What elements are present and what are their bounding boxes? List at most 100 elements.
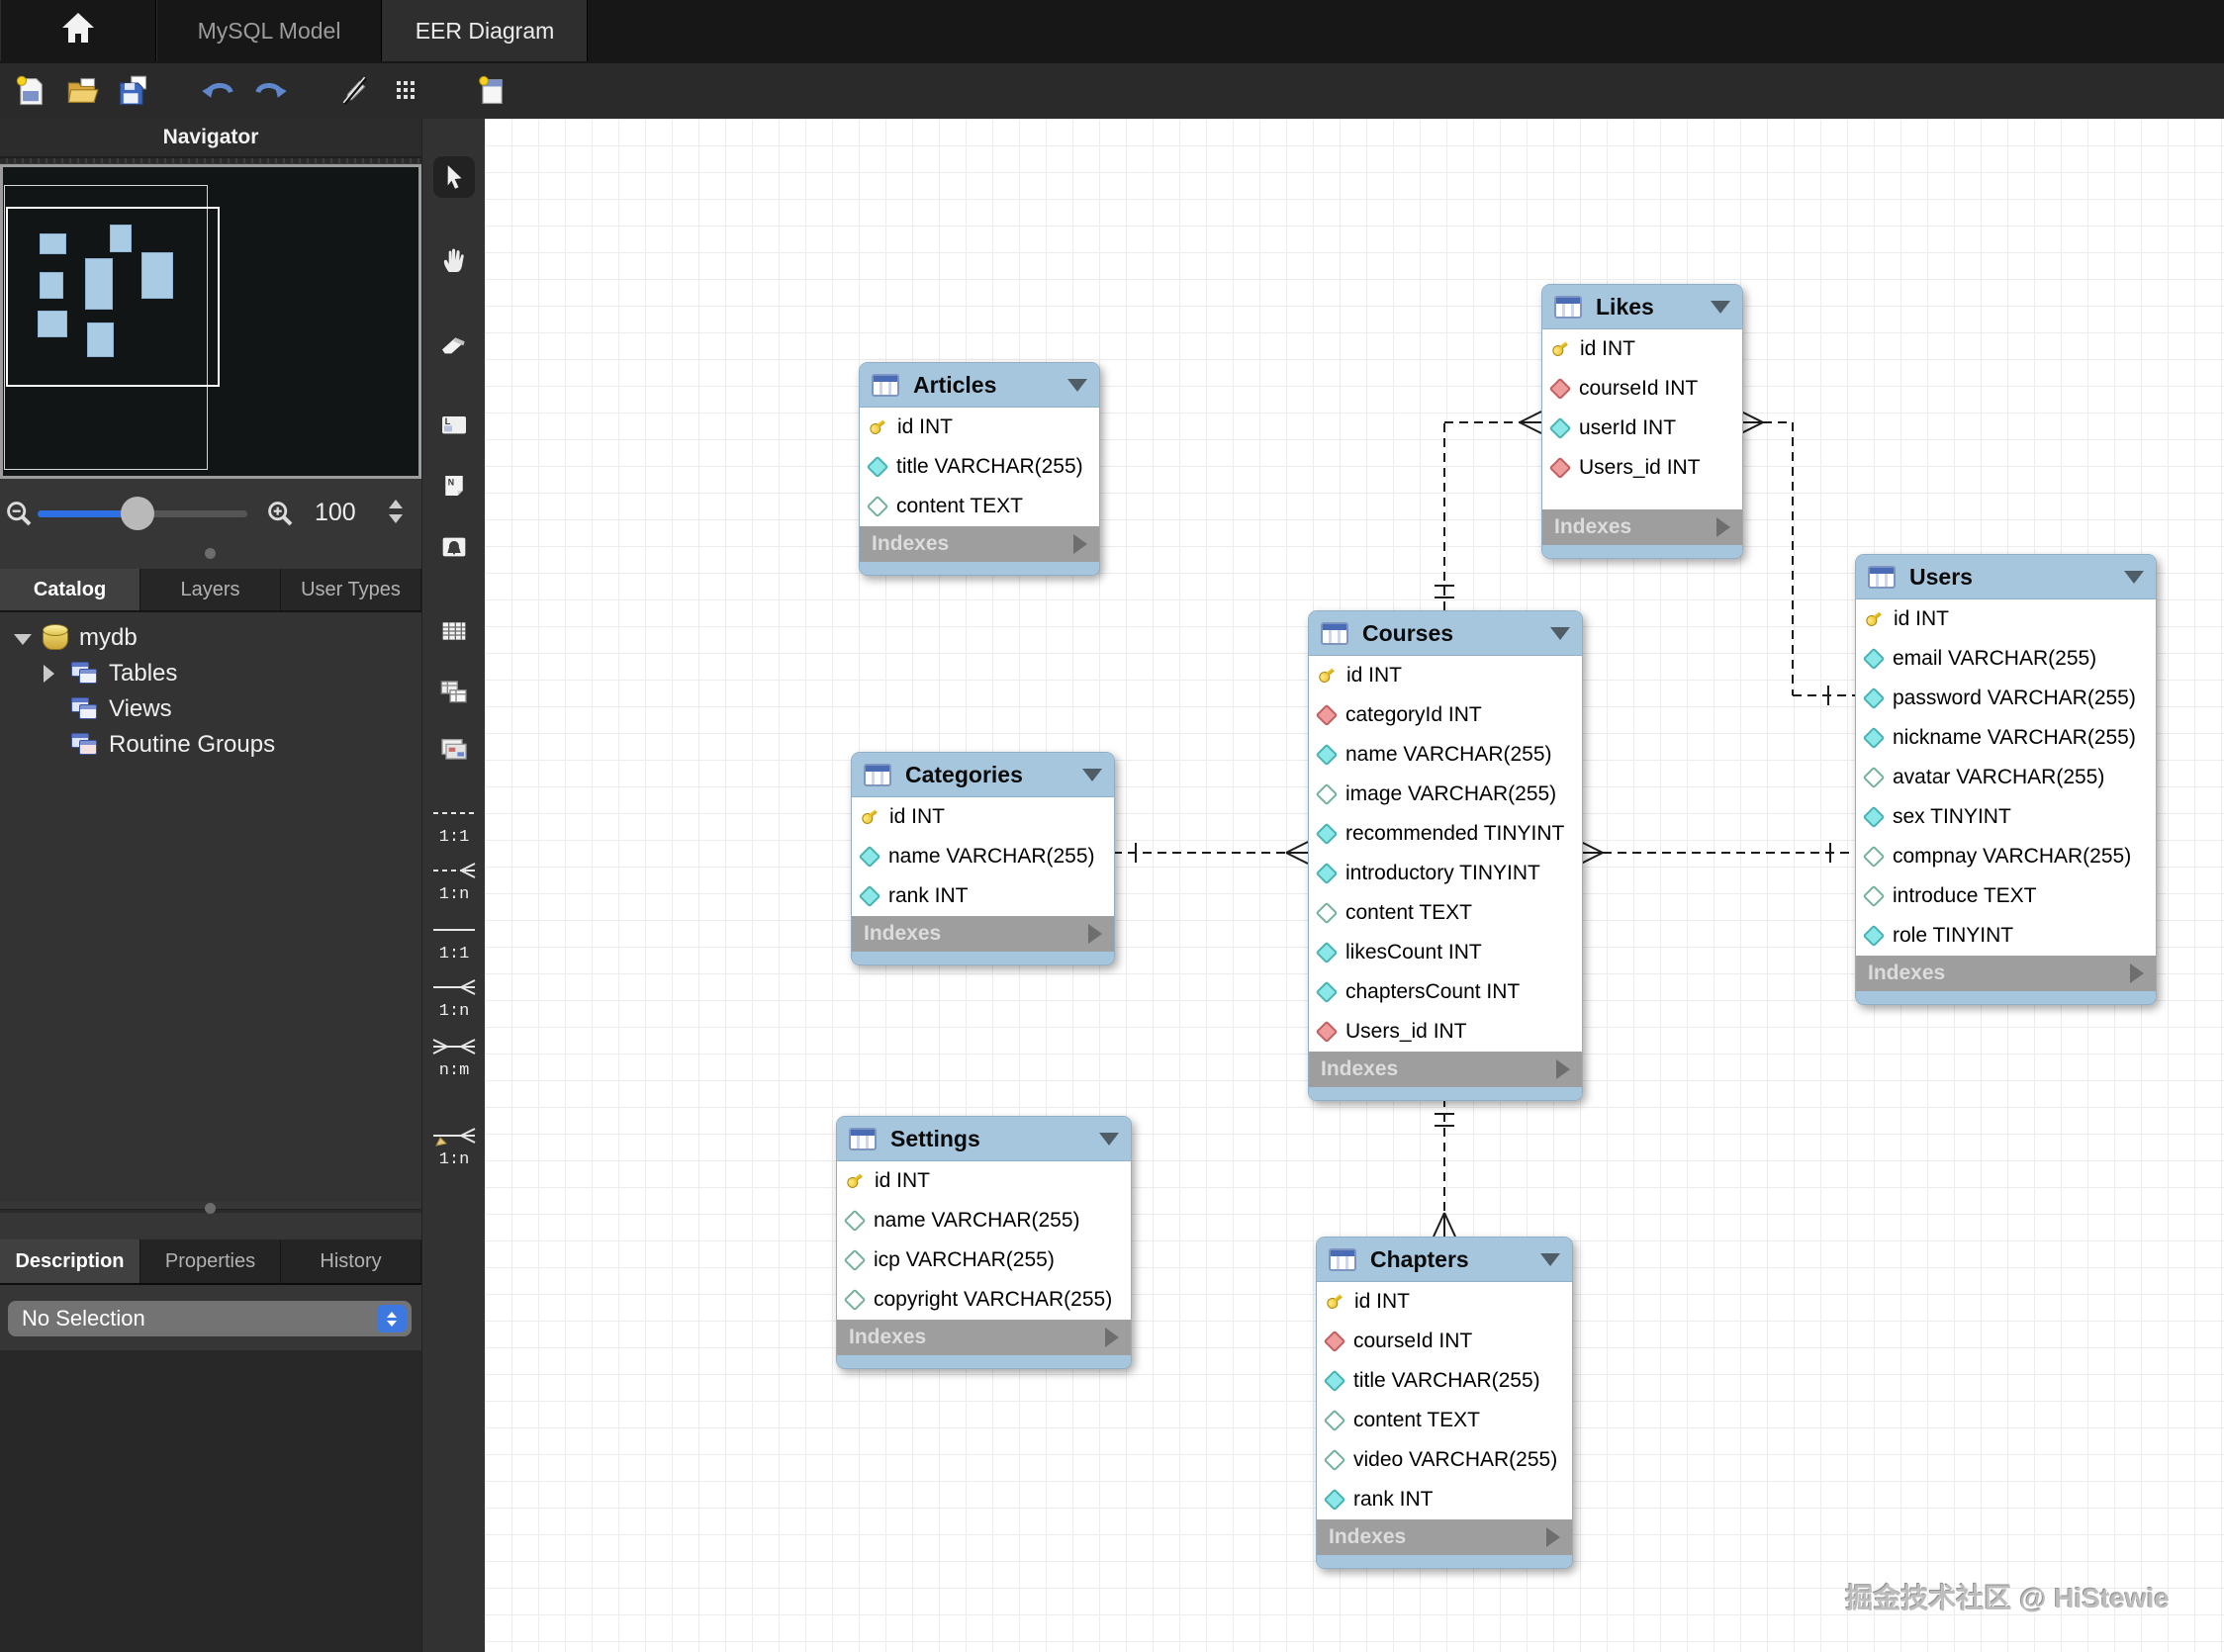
relation-courses-likes[interactable] [1435, 411, 1542, 610]
er-column[interactable]: id INT [1542, 329, 1742, 369]
relation-tool-n-m-solid[interactable]: n:m [424, 1035, 484, 1080]
toggle-pen-icon[interactable] [334, 70, 376, 112]
er-column[interactable]: content TEXT [1317, 1401, 1572, 1440]
tree-item-views[interactable]: Views [0, 691, 421, 727]
er-table-header[interactable]: Users [1856, 555, 2156, 599]
er-column[interactable]: compnay VARCHAR(255) [1856, 837, 2156, 876]
er-table-header[interactable]: Chapters [1317, 1238, 1572, 1282]
er-table-categories[interactable]: Categories id INT name VARCHAR(255) rank IN… [851, 752, 1115, 965]
er-column[interactable]: rank INT [852, 876, 1114, 916]
view-tool[interactable] [433, 671, 475, 712]
layer-tool[interactable]: L [433, 404, 475, 445]
er-column[interactable]: video VARCHAR(255) [1317, 1440, 1572, 1480]
er-column[interactable]: nickname VARCHAR(255) [1856, 718, 2156, 758]
relation-users-likes[interactable] [1740, 411, 1855, 705]
collapse-caret-icon[interactable] [1550, 626, 1570, 640]
collapse-caret-icon[interactable] [1067, 378, 1087, 392]
er-column[interactable]: password VARCHAR(255) [1856, 679, 2156, 718]
zoom-stepper[interactable] [389, 500, 403, 523]
er-column[interactable]: icp VARCHAR(255) [837, 1240, 1131, 1280]
expand-arrow-icon[interactable] [1556, 1059, 1570, 1079]
relation-courses-chapters[interactable] [1433, 1098, 1456, 1238]
er-table-header[interactable]: Articles [860, 363, 1099, 408]
save-model-icon[interactable] [113, 70, 154, 112]
sidebar-tab-catalog[interactable]: Catalog [0, 569, 140, 610]
relation-tool-1-1-dashed[interactable]: 1:1 [424, 801, 484, 847]
note-tool[interactable]: N [433, 465, 475, 506]
er-column[interactable]: name VARCHAR(255) [852, 837, 1114, 876]
indexes-bar[interactable]: Indexes [852, 916, 1114, 952]
image-tool[interactable] [433, 526, 475, 568]
er-column[interactable]: content TEXT [860, 487, 1099, 526]
er-table-header[interactable]: Settings [837, 1117, 1131, 1161]
er-column[interactable]: email VARCHAR(255) [1856, 639, 2156, 679]
editor-tab-history[interactable]: History [281, 1239, 421, 1283]
indexes-bar[interactable]: Indexes [1542, 509, 1742, 545]
sidebar-tab-user-types[interactable]: User Types [281, 569, 421, 610]
chevron-right-icon[interactable] [44, 665, 54, 683]
undo-icon[interactable] [198, 70, 239, 112]
er-column[interactable]: userId INT [1542, 409, 1742, 448]
collapse-caret-icon[interactable] [2124, 570, 2144, 584]
er-table-chapters[interactable]: Chapters id INT courseId INT title VARCHAR(… [1316, 1237, 1573, 1569]
er-column[interactable]: id INT [852, 797, 1114, 837]
er-column[interactable]: title VARCHAR(255) [1317, 1361, 1572, 1401]
er-table-header[interactable]: Courses [1309, 611, 1582, 656]
relation-tool-1-n-solid[interactable]: 1:n [424, 975, 484, 1021]
chevron-down-icon[interactable] [14, 634, 32, 645]
expand-arrow-icon[interactable] [2130, 964, 2144, 983]
selection-dropdown-stepper-icon[interactable] [377, 1305, 407, 1332]
er-column[interactable]: copyright VARCHAR(255) [837, 1280, 1131, 1320]
er-table-courses[interactable]: Courses id INT categoryId INT name VARCHAR(… [1308, 610, 1583, 1101]
er-table-users[interactable]: Users id INT email VARCHAR(255) password VA… [1855, 554, 2157, 1005]
er-table-articles[interactable]: Articles id INT title VARCHAR(255) content … [859, 362, 1100, 576]
indexes-bar[interactable]: Indexes [1309, 1052, 1582, 1087]
zoom-in-icon[interactable] [265, 499, 295, 528]
editor-tab-properties[interactable]: Properties [140, 1239, 281, 1283]
collapse-caret-icon[interactable] [1099, 1132, 1119, 1146]
er-column[interactable]: Users_id INT [1542, 448, 1742, 488]
er-column[interactable]: role TINYINT [1856, 916, 2156, 956]
sidebar-tab-layers[interactable]: Layers [140, 569, 281, 610]
er-column[interactable]: id INT [837, 1161, 1131, 1201]
select-tool[interactable] [433, 156, 475, 198]
tree-item-tables[interactable]: Tables [0, 656, 421, 691]
tab-eer-diagram[interactable]: EER Diagram [382, 0, 588, 61]
collapse-caret-icon[interactable] [1082, 768, 1102, 781]
er-column[interactable]: sex TINYINT [1856, 797, 2156, 837]
er-column[interactable]: id INT [1309, 656, 1582, 695]
navigator-minimap[interactable] [0, 164, 421, 479]
er-column[interactable]: categoryId INT [1309, 695, 1582, 735]
er-column[interactable]: courseId INT [1317, 1322, 1572, 1361]
panel-resize-handle[interactable] [205, 548, 216, 559]
tree-item-mydb[interactable]: mydb [0, 620, 421, 656]
eraser-tool[interactable] [433, 323, 475, 365]
er-column[interactable]: title VARCHAR(255) [860, 447, 1099, 487]
er-column[interactable]: introduce TEXT [1856, 876, 2156, 916]
er-column[interactable]: image VARCHAR(255) [1309, 775, 1582, 814]
expand-arrow-icon[interactable] [1546, 1527, 1560, 1547]
er-column[interactable]: likesCount INT [1309, 933, 1582, 972]
er-column[interactable]: id INT [1856, 599, 2156, 639]
tab-mysql-model[interactable]: MySQL Model [156, 0, 382, 61]
eer-diagram-canvas[interactable]: 掘金技术社区 @ HiStewie Articles id INT title VA… [485, 119, 2224, 1652]
er-column[interactable]: recommended TINYINT [1309, 814, 1582, 854]
relation-tool-1-1-solid[interactable]: 1:1 [424, 918, 484, 964]
pan-tool[interactable] [433, 239, 475, 281]
editor-tab-description[interactable]: Description [0, 1239, 140, 1283]
er-column[interactable]: rank INT [1317, 1480, 1572, 1519]
tree-item-routine-groups[interactable]: Routine Groups [0, 727, 421, 763]
er-table-header[interactable]: Likes [1542, 285, 1742, 329]
indexes-bar[interactable]: Indexes [1317, 1519, 1572, 1555]
er-column[interactable]: Users_id INT [1309, 1012, 1582, 1052]
expand-arrow-icon[interactable] [1105, 1328, 1119, 1347]
relation-tool-1-n-pencil[interactable]: 1:n [424, 1124, 484, 1169]
er-column[interactable]: id INT [860, 408, 1099, 447]
new-note-icon[interactable] [471, 70, 512, 112]
er-table-header[interactable]: Categories [852, 753, 1114, 797]
indexes-bar[interactable]: Indexes [860, 526, 1099, 562]
indexes-bar[interactable]: Indexes [837, 1320, 1131, 1355]
er-column[interactable]: name VARCHAR(255) [1309, 735, 1582, 775]
expand-arrow-icon[interactable] [1073, 534, 1087, 554]
expand-arrow-icon[interactable] [1716, 517, 1730, 537]
